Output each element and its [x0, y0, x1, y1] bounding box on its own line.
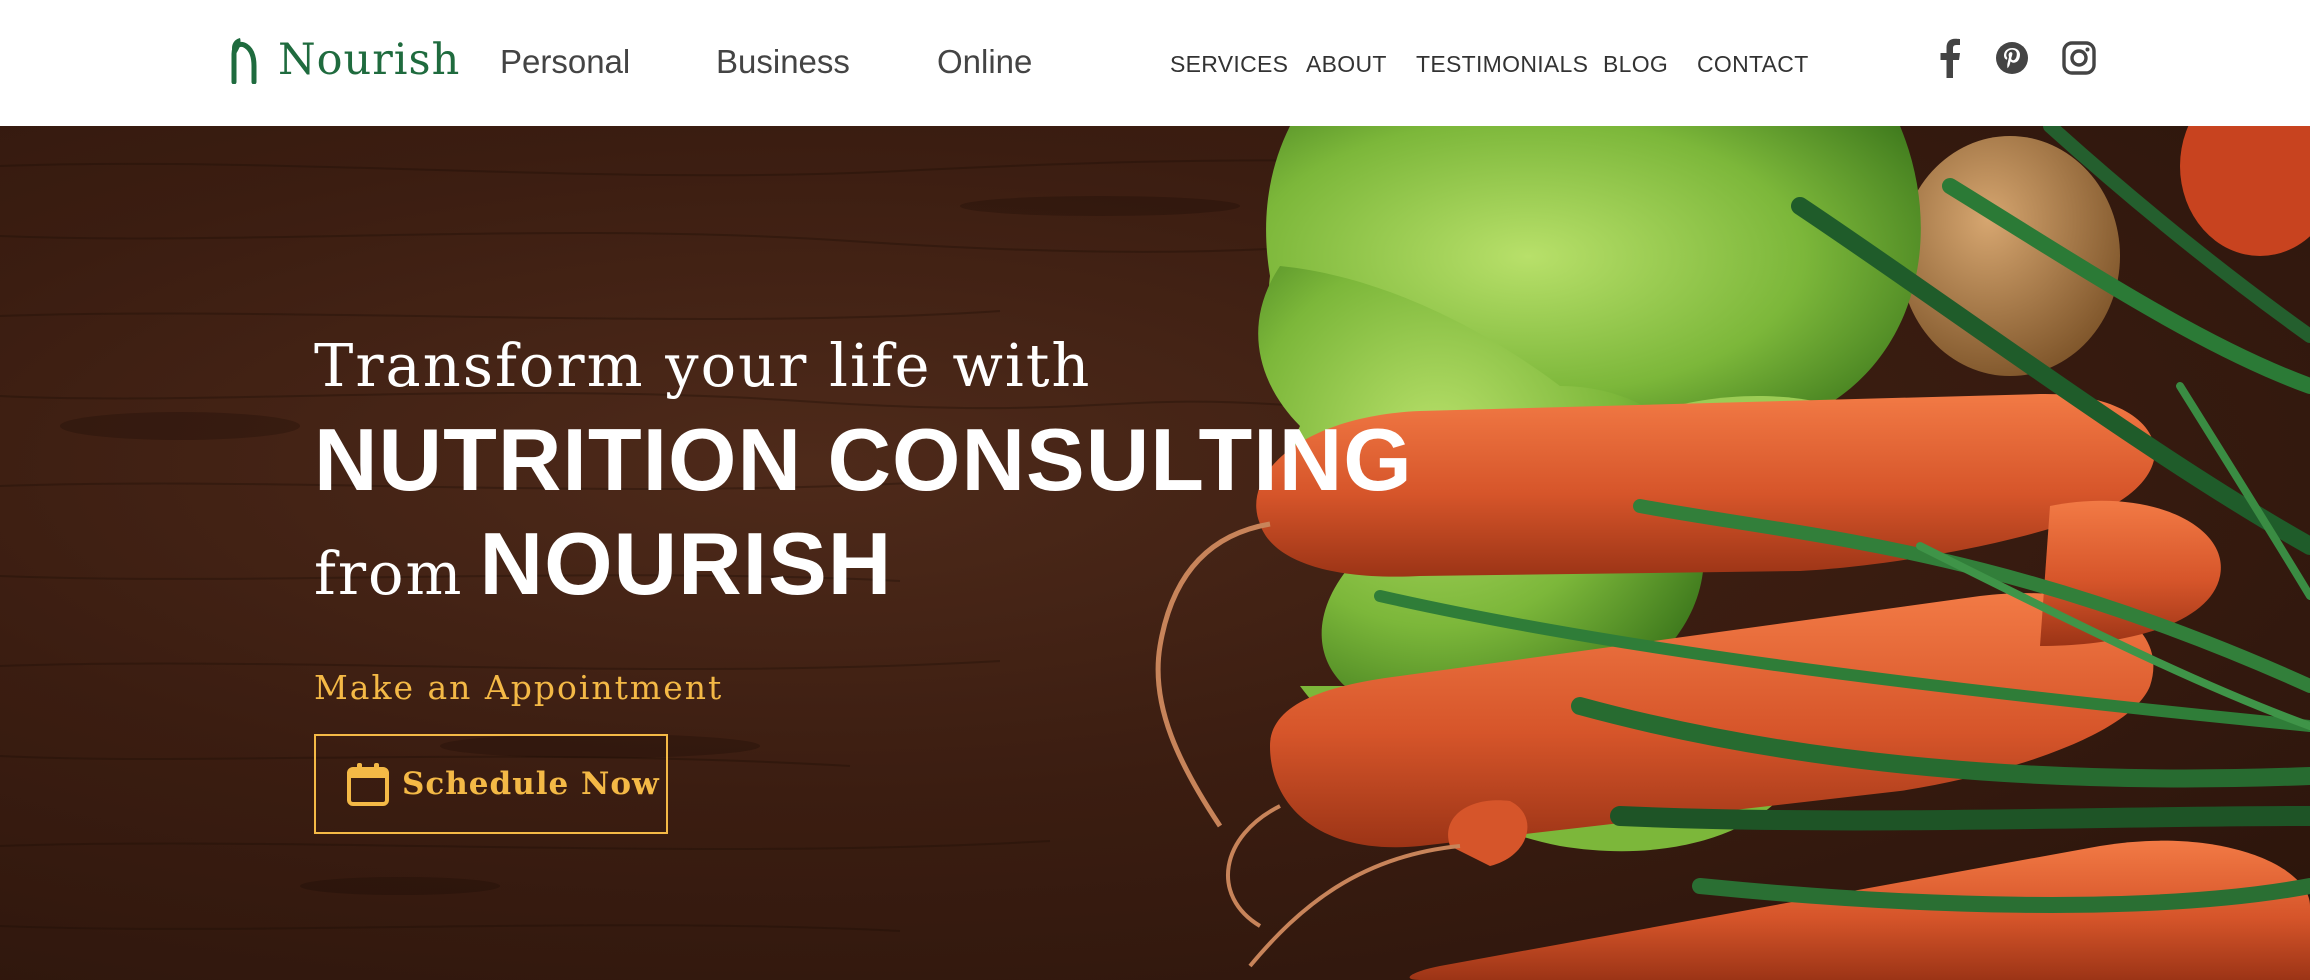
- hero-content: Transform your life with NUTRITION CONSU…: [314, 326, 1414, 834]
- nav-item-about[interactable]: ABOUT: [1306, 46, 1387, 82]
- instagram-link[interactable]: [2062, 38, 2096, 78]
- facebook-icon: [1940, 38, 1960, 78]
- hero-brand-word: NOURISH: [479, 514, 893, 613]
- nav-item-business[interactable]: Business: [716, 38, 850, 86]
- nav-item-personal[interactable]: Personal: [500, 38, 630, 86]
- pinterest-link[interactable]: [1995, 38, 2029, 78]
- hero-headline: NUTRITION CONSULTING: [314, 410, 1413, 509]
- pinterest-icon: [1996, 42, 2028, 74]
- nav-item-online[interactable]: Online: [937, 38, 1032, 86]
- appointment-label: Make an Appointment: [314, 668, 724, 707]
- site-header: Nourish Personal Business Online SERVICE…: [0, 0, 2310, 126]
- schedule-now-button[interactable]: Schedule Now: [314, 734, 668, 834]
- sprout-logo-icon: [231, 38, 257, 84]
- nav-item-blog[interactable]: BLOG: [1603, 46, 1668, 82]
- facebook-link[interactable]: [1936, 38, 1962, 78]
- nav-item-testimonials[interactable]: TESTIMONIALS: [1416, 46, 1588, 82]
- nav-item-contact[interactable]: CONTACT: [1697, 46, 1809, 82]
- logo-link[interactable]: Nourish: [226, 30, 460, 90]
- brand-name: Nourish: [278, 35, 461, 85]
- calendar-icon: [347, 763, 389, 806]
- hero-from-word: from: [314, 539, 464, 608]
- instagram-icon: [2062, 41, 2096, 75]
- hero-from-line: from NOURISH: [314, 512, 1414, 626]
- hero-section: Transform your life with NUTRITION CONSU…: [0, 126, 2310, 980]
- hero-lead: Transform your life with: [314, 331, 1092, 400]
- nav-item-services[interactable]: SERVICES: [1170, 46, 1288, 82]
- schedule-now-label: Schedule Now: [402, 766, 660, 802]
